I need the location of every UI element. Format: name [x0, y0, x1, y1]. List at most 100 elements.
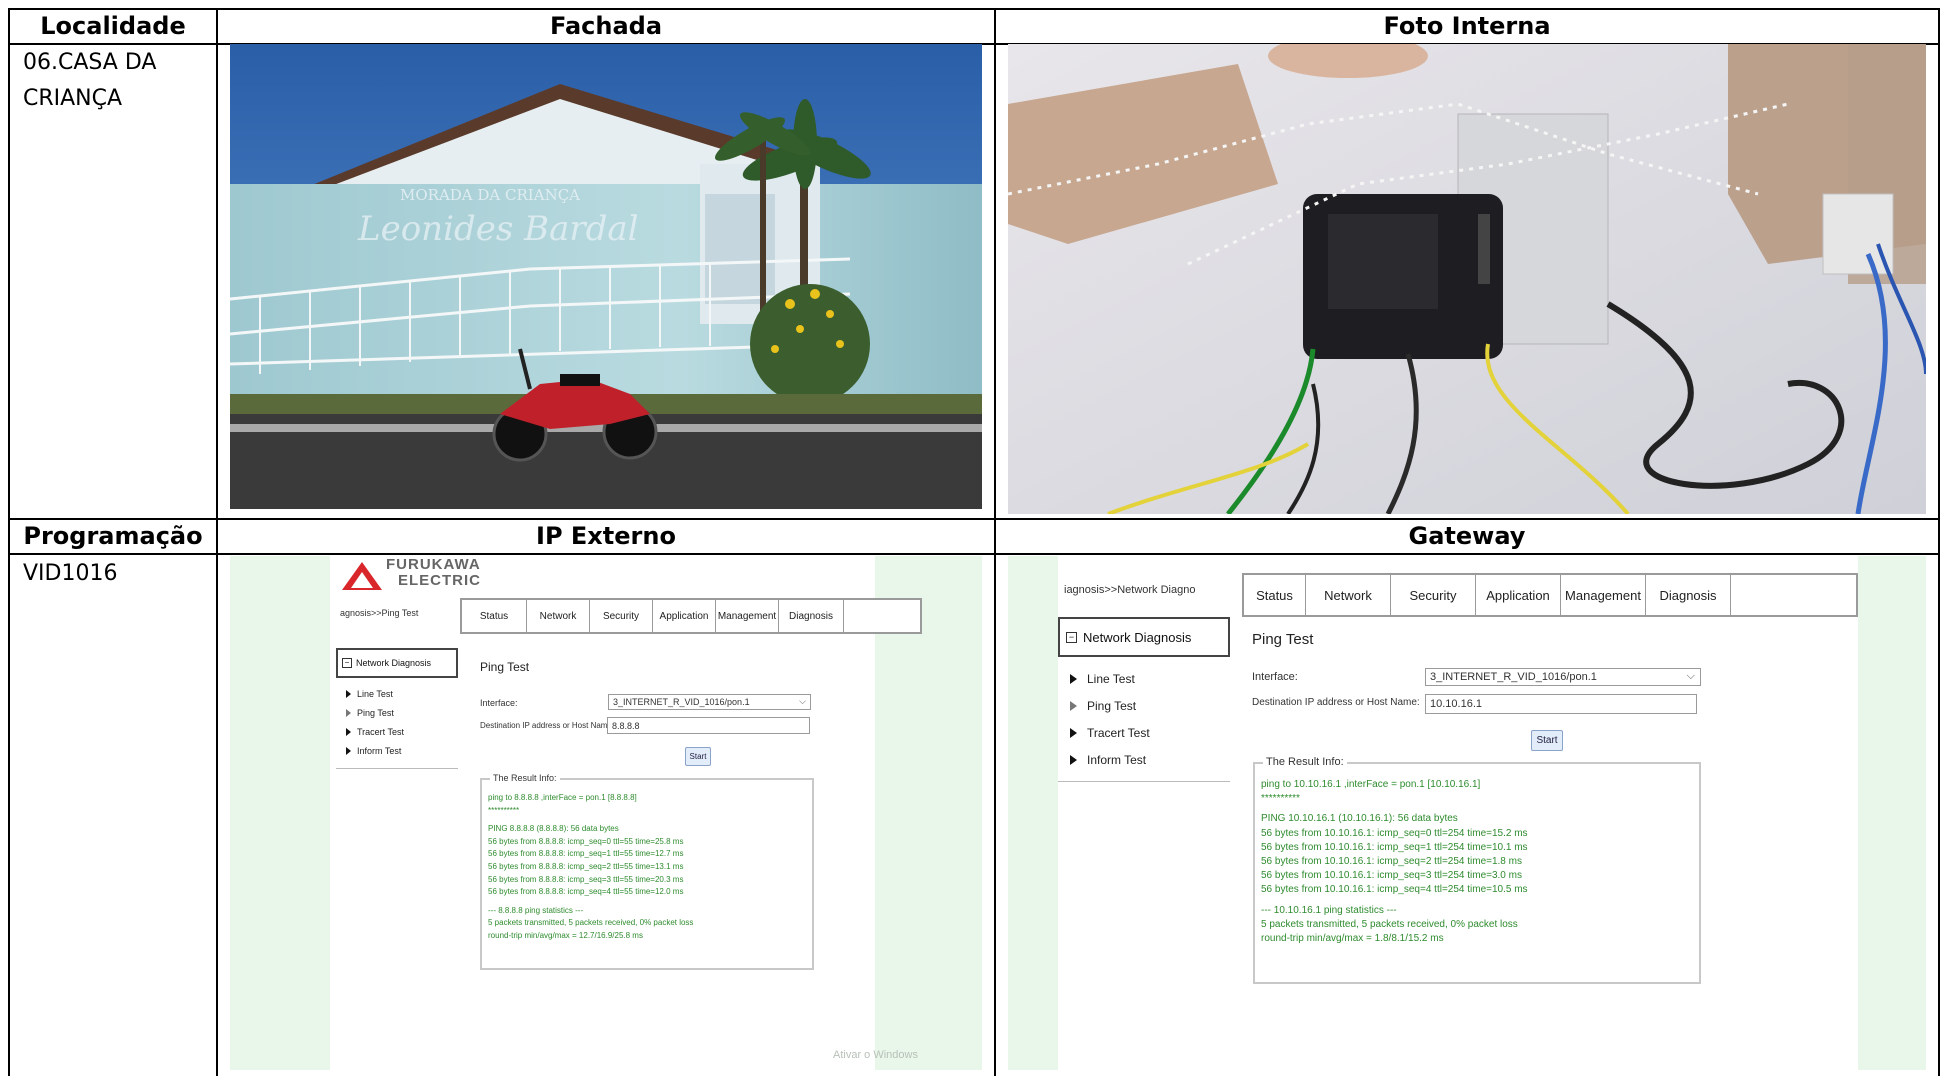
result-line: PING 8.8.8.8 (8.8.8.8): 56 data bytes	[488, 824, 619, 834]
section-title: Ping Test	[480, 660, 530, 674]
collapse-icon: −	[342, 658, 352, 668]
localidade-value: 06.CASA DA CRIANÇA	[23, 50, 157, 111]
gateway-screenshot: iagnosis>>Network Diagno Status Network …	[1008, 556, 1926, 1070]
nav-network-diagnosis[interactable]: − Network Diagnosis	[1058, 617, 1230, 657]
interface-label: Interface:	[1252, 671, 1298, 683]
dest-input-value: 10.10.16.1	[1430, 698, 1482, 710]
header-ip-externo: IP Externo	[536, 522, 676, 550]
triangle-right-icon	[346, 746, 351, 755]
result-line: **********	[1261, 793, 1300, 805]
interface-label: Interface:	[480, 698, 518, 708]
nav-item-ping-test[interactable]: Ping Test	[1070, 692, 1230, 719]
tab-diagnosis[interactable]: Diagnosis	[779, 600, 844, 632]
result-line: ping to 10.10.16.1 ,interFace = pon.1 [1…	[1261, 779, 1481, 790]
tab-management[interactable]: Management	[1561, 575, 1646, 615]
result-line: **********	[488, 805, 520, 815]
foto-interna-photo	[1008, 44, 1926, 514]
result-line: 5 packets transmitted, 5 packets receive…	[1261, 918, 1518, 930]
result-line: 56 bytes from 8.8.8.8: icmp_seq=4 ttl=55…	[488, 887, 684, 897]
header-foto-interna: Foto Interna	[1383, 12, 1551, 40]
result-info-box: The Result Info: ping to 10.10.16.1 ,int…	[1253, 756, 1701, 984]
tab-security[interactable]: Security	[590, 600, 653, 632]
fachada-photo: MORADA DA CRIANÇA Leonides Bardal	[230, 44, 982, 509]
tab-network[interactable]: Network	[527, 600, 590, 632]
section-title: Ping Test	[1252, 631, 1314, 648]
interface-select[interactable]: 3_INTERNET_R_VID_1016/pon.1 ⌵	[1425, 668, 1701, 686]
nav-item-ping-test[interactable]: Ping Test	[346, 703, 458, 722]
nav-item-tracert-test[interactable]: Tracert Test	[1070, 719, 1230, 746]
nav-item-tracert-test[interactable]: Tracert Test	[346, 722, 458, 741]
result-lines: ping to 10.10.16.1 ,interFace = pon.1 [1…	[1261, 778, 1528, 946]
start-button[interactable]: Start	[685, 747, 711, 766]
tab-application[interactable]: Application	[653, 600, 716, 632]
tab-management[interactable]: Management	[716, 600, 779, 632]
nav-item-label: Tracert Test	[1087, 725, 1150, 740]
chevron-down-icon: ⌵	[799, 696, 806, 706]
chevron-down-icon: ⌵	[1686, 670, 1695, 682]
nav-item-inform-test[interactable]: Inform Test	[346, 741, 458, 760]
header-fachada: Fachada	[549, 12, 663, 40]
triangle-right-icon	[346, 708, 351, 717]
triangle-right-icon	[346, 727, 351, 736]
result-line: 56 bytes from 8.8.8.8: icmp_seq=3 ttl=55…	[488, 874, 684, 884]
top-tabs: Status Network Security Application Mana…	[460, 598, 922, 634]
fachada-sign-line2: Leonides Bardal	[357, 209, 639, 249]
dest-label: Destination IP address or Host Name:	[1252, 697, 1420, 708]
nav-header-label: Network Diagnosis	[356, 658, 432, 668]
interface-select[interactable]: 3_INTERNET_R_VID_1016/pon.1 ⌵	[608, 694, 811, 710]
result-line: --- 8.8.8.8 ping statistics ---	[488, 905, 584, 915]
left-nav: − Network Diagnosis Line Test Ping Test …	[1058, 617, 1230, 782]
result-info-box: The Result Info: ping to 8.8.8.8 ,interF…	[480, 773, 814, 970]
dest-input[interactable]: 8.8.8.8	[607, 717, 810, 734]
tab-security[interactable]: Security	[1391, 575, 1476, 615]
furukawa-logo: FURUKAWA ELECTRIC	[340, 556, 500, 596]
result-line: 56 bytes from 8.8.8.8: icmp_seq=2 ttl=55…	[488, 861, 684, 871]
fachada-sign-line1: MORADA DA CRIANÇA	[400, 186, 580, 204]
tab-diagnosis[interactable]: Diagnosis	[1646, 575, 1731, 615]
tab-application[interactable]: Application	[1476, 575, 1561, 615]
tab-status[interactable]: Status	[462, 600, 527, 632]
result-line: 56 bytes from 10.10.16.1: icmp_seq=4 ttl…	[1261, 884, 1528, 896]
dest-label: Destination IP address or Host Name:	[480, 721, 615, 730]
top-tabs: Status Network Security Application Mana…	[1242, 573, 1858, 617]
dest-input[interactable]: 10.10.16.1	[1425, 694, 1697, 714]
logo-text-2: ELECTRIC	[398, 572, 481, 589]
result-line: 56 bytes from 10.10.16.1: icmp_seq=1 ttl…	[1261, 841, 1528, 853]
breadcrumb: iagnosis>>Network Diagno	[1064, 584, 1196, 596]
triangle-right-icon	[1070, 673, 1077, 684]
nav-network-diagnosis[interactable]: − Network Diagnosis	[336, 648, 458, 678]
tab-status[interactable]: Status	[1244, 575, 1306, 615]
result-line: round-trip min/avg/max = 1.8/8.1/15.2 ms	[1261, 933, 1444, 945]
tab-empty	[844, 600, 920, 632]
tab-network[interactable]: Network	[1306, 575, 1391, 615]
result-lines: ping to 8.8.8.8 ,interFace = pon.1 [8.8.…	[488, 792, 693, 943]
windows-activation-watermark: Ativar o Windows	[833, 1049, 918, 1061]
tab-empty	[1731, 575, 1856, 615]
nav-item-label: Tracert Test	[357, 726, 405, 737]
result-line: 5 packets transmitted, 5 packets receive…	[488, 918, 694, 928]
start-button[interactable]: Start	[1531, 730, 1563, 751]
result-line: 56 bytes from 10.10.16.1: icmp_seq=0 ttl…	[1261, 827, 1528, 839]
result-legend: The Result Info:	[1263, 756, 1347, 768]
triangle-right-icon	[1070, 754, 1077, 765]
nav-item-label: Inform Test	[1087, 752, 1147, 767]
logo-text-1: FURUKAWA	[386, 556, 481, 573]
result-line: round-trip min/avg/max = 12.7/16.9/25.8 …	[488, 930, 643, 940]
triangle-right-icon	[1070, 700, 1077, 711]
nav-item-inform-test[interactable]: Inform Test	[1070, 746, 1230, 773]
nav-item-line-test[interactable]: Line Test	[346, 684, 458, 703]
nav-item-label: Inform Test	[357, 745, 402, 756]
breadcrumb: agnosis>>Ping Test	[340, 608, 419, 618]
triangle-right-icon	[346, 689, 351, 698]
result-line: 56 bytes from 8.8.8.8: icmp_seq=0 ttl=55…	[488, 836, 684, 846]
result-line: --- 10.10.16.1 ping statistics ---	[1261, 904, 1397, 916]
result-line: PING 10.10.16.1 (10.10.16.1): 56 data by…	[1261, 813, 1458, 825]
nav-item-line-test[interactable]: Line Test	[1070, 665, 1230, 692]
interface-select-value: 3_INTERNET_R_VID_1016/pon.1	[613, 697, 750, 707]
nav-item-label: Ping Test	[357, 707, 394, 718]
result-line: ping to 8.8.8.8 ,interFace = pon.1 [8.8.…	[488, 793, 637, 802]
result-legend: The Result Info:	[490, 773, 560, 783]
nav-item-label: Ping Test	[1087, 698, 1137, 713]
result-line: 56 bytes from 10.10.16.1: icmp_seq=2 ttl…	[1261, 856, 1522, 868]
header-gateway: Gateway	[1408, 522, 1526, 550]
